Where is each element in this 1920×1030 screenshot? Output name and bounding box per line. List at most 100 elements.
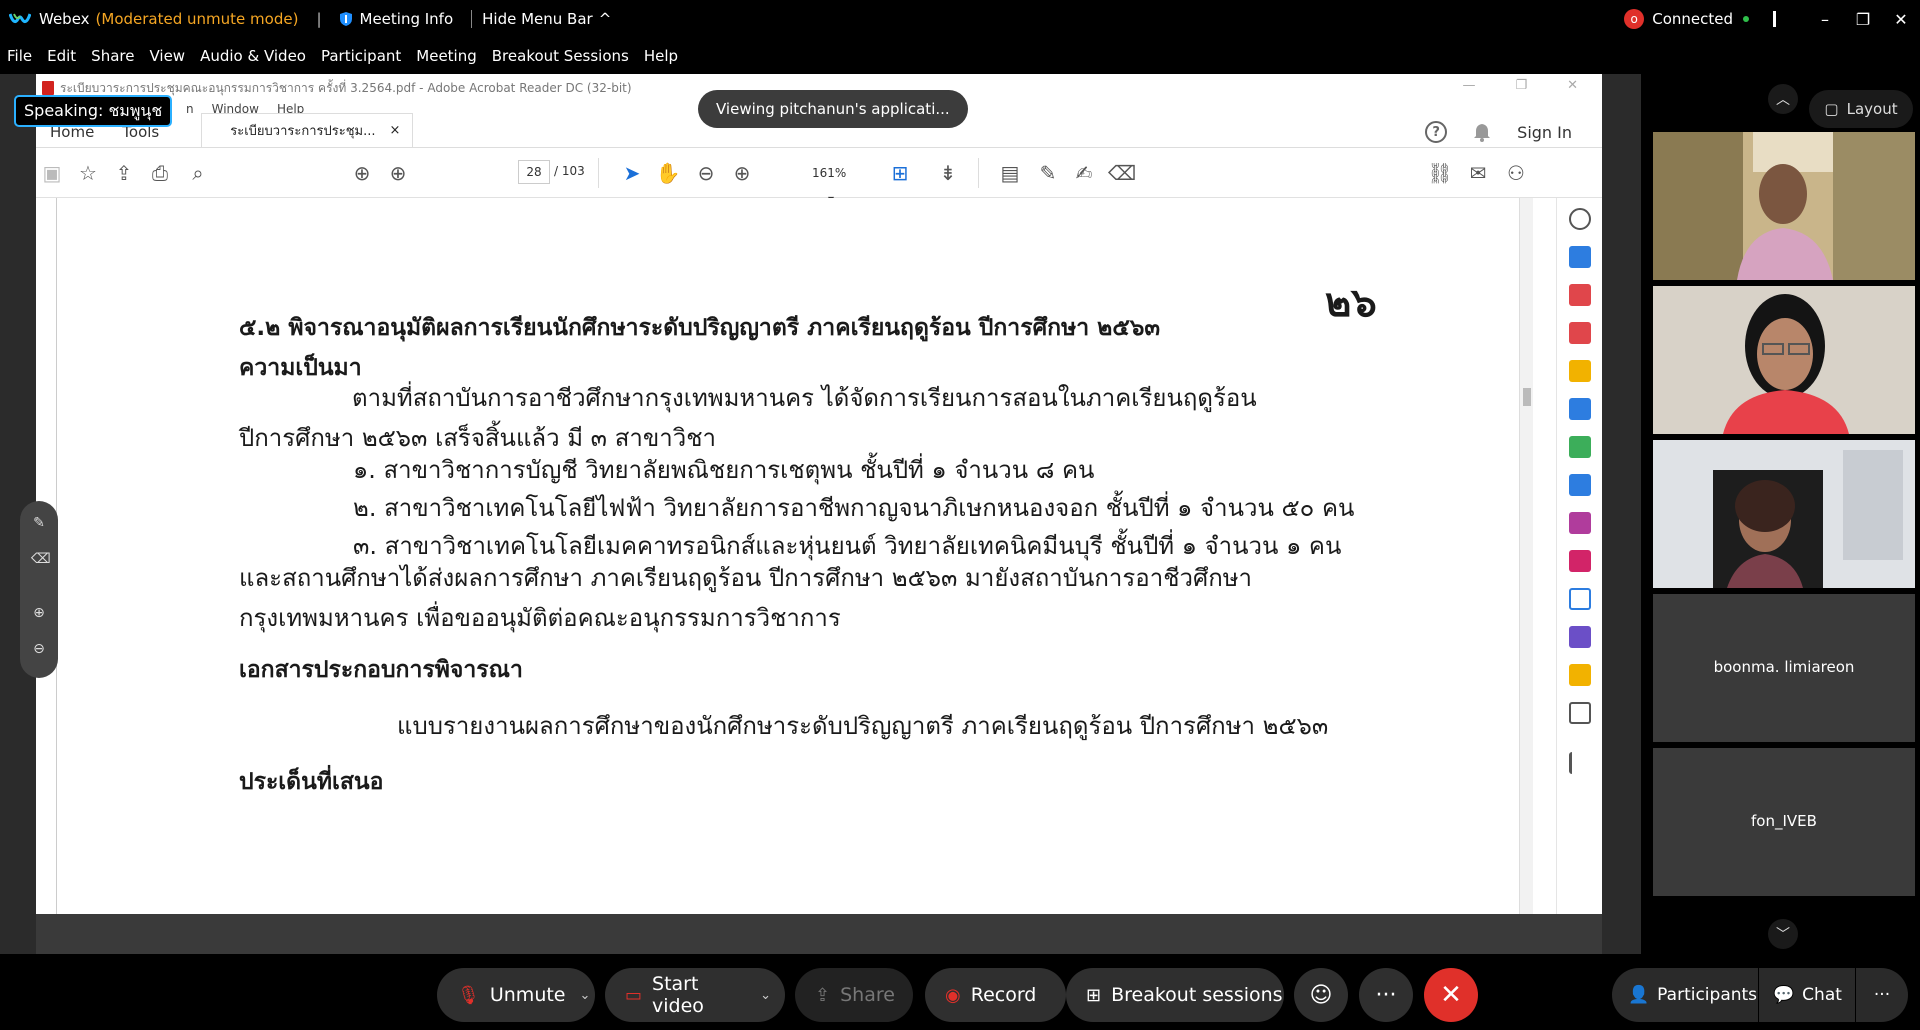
title-separator: | xyxy=(316,10,322,28)
layout-icon: ▢ xyxy=(1824,100,1839,118)
participants-button[interactable]: 👤 Participants xyxy=(1612,968,1758,1022)
participant-video-tile[interactable] xyxy=(1653,440,1915,588)
edit-pdf-icon xyxy=(1569,550,1591,572)
page-down-icon: ⊕ xyxy=(389,161,407,185)
paragraph-line: และสถานศึกษาได้ส่งผลการศึกษา ภาคเรียนฤดู… xyxy=(239,564,1253,592)
breakout-sessions-button[interactable]: ⊞ Breakout sessions xyxy=(1066,968,1284,1022)
menu-bar: File Edit Share View Audio & Video Parti… xyxy=(0,38,1920,74)
layout-button[interactable]: ▢ Layout xyxy=(1809,90,1913,128)
more-panels-button[interactable]: ··· xyxy=(1856,968,1908,1022)
pdf-scrollbar xyxy=(1519,198,1533,914)
protect-icon xyxy=(1569,588,1591,610)
acrobat-menu-view: n xyxy=(186,102,194,116)
recording-status-icon: o xyxy=(1624,9,1645,29)
zoom-level-value: 161% xyxy=(812,166,847,180)
scroll-mode-icon: ⇟ xyxy=(939,161,957,185)
participants-icon: 👤 xyxy=(1628,985,1650,1005)
scan-ocr-icon xyxy=(1569,664,1591,686)
select-cursor-icon: ➤ xyxy=(623,161,641,185)
menu-file[interactable]: File xyxy=(0,47,40,65)
participant-video-panel: ︿ ▢ Layout boonma. limiareon fon_IVEB ﹀ xyxy=(1641,74,1920,954)
create-pdf-icon xyxy=(1569,322,1591,344)
shield-icon xyxy=(339,12,352,26)
menu-share[interactable]: Share xyxy=(84,47,142,65)
scroll-down-button[interactable]: ﹀ xyxy=(1768,919,1798,949)
zoom-out-icon[interactable]: ⊖ xyxy=(31,641,47,657)
close-button[interactable]: ✕ xyxy=(1882,0,1920,38)
unmute-button[interactable]: 🎙 Unmute ⌄ xyxy=(437,968,595,1022)
paragraph-line: กรุงเทพมหานคร เพื่อขออนุมัติต่อคณะอนุกรร… xyxy=(239,604,841,632)
restore-button[interactable]: ❐ xyxy=(1844,0,1882,38)
meeting-info-label: Meeting Info xyxy=(359,10,454,28)
help-icon: ? xyxy=(1425,121,1448,143)
save-icon: ▣ xyxy=(42,161,62,185)
share-button[interactable]: ⇪ Share xyxy=(795,968,913,1022)
hide-menu-label: Hide Menu Bar xyxy=(482,10,593,28)
participant-tile[interactable]: boonma. limiareon xyxy=(1653,594,1915,742)
zoom-in-icon[interactable]: ⊕ xyxy=(31,605,47,621)
record-button[interactable]: ◉ Record xyxy=(925,968,1066,1022)
participant-video xyxy=(1653,440,1915,588)
organize-pages-icon xyxy=(1569,284,1591,306)
attachment-line: แบบรายงานผลการศึกษาของนักศึกษาระดับปริญญ… xyxy=(397,712,1329,740)
divider xyxy=(1773,11,1776,27)
scroll-up-button[interactable]: ︿ xyxy=(1768,84,1798,114)
chevron-down-icon[interactable]: ⌄ xyxy=(760,988,771,1003)
participant-video-tile[interactable] xyxy=(1653,132,1915,280)
acrobat-document-tab: ระเบียบวาระการประชุม... × xyxy=(201,113,414,147)
share-icon: ⇪ xyxy=(815,984,831,1006)
background-heading: ความเป็นมา xyxy=(239,355,362,381)
link-icon: ⛓ xyxy=(1427,161,1453,185)
sign-in-link: Sign In xyxy=(1517,122,1572,142)
hand-tool-icon: ✋ xyxy=(655,161,681,185)
reactions-button[interactable]: ☺ xyxy=(1294,968,1348,1022)
more-options-button[interactable]: ··· xyxy=(1359,968,1413,1022)
menu-help[interactable]: Help xyxy=(637,47,686,65)
pen-icon[interactable]: ✎ xyxy=(31,515,47,531)
participant-video-tile[interactable] xyxy=(1653,286,1915,434)
connection-status: Connected xyxy=(1652,10,1733,28)
acrobat-window: ระเบียบวาระการประชุมคณะอนุกรรมการวิชาการ… xyxy=(36,74,1602,914)
proposal-heading: ประเด็นที่เสนอ xyxy=(239,769,384,795)
webex-title-bar: Webex (Moderated unmute mode) | Meeting … xyxy=(0,0,1920,38)
close-icon: ✕ xyxy=(1440,980,1462,1010)
upload-cloud-icon: ⇪ xyxy=(115,161,133,185)
shared-screen-footer xyxy=(36,914,1602,954)
list-item: ๑. สาขาวิชาการบัญชี วิทยาลัยพณิชยการเชตุ… xyxy=(353,456,1095,484)
zoom-level-select: 161% ▾ xyxy=(800,160,870,206)
annotation-float-toolbar[interactable]: ✎ ⌫ ⊕ ⊖ xyxy=(20,501,58,678)
menu-view[interactable]: View xyxy=(142,47,193,65)
more-icon: ··· xyxy=(1873,985,1891,1005)
minimize-button[interactable]: – xyxy=(1806,0,1844,38)
menu-audio-video[interactable]: Audio & Video xyxy=(193,47,314,65)
acrobat-toolbar: ▣ ☆ ⇪ ⎙ ⌕ ⊕ ⊕ 28 / 103 ➤ ✋ ⊖ ⊕ 161% ▾ ⊞ … xyxy=(36,148,1602,206)
viewing-shared-app-badge: Viewing pitchanun's applicati... xyxy=(698,90,968,128)
bell-icon xyxy=(1474,124,1491,142)
participant-video xyxy=(1653,286,1915,434)
participant-tile[interactable]: fon_IVEB xyxy=(1653,748,1915,896)
meeting-info-button[interactable]: Meeting Info xyxy=(338,10,454,28)
end-meeting-button[interactable]: ✕ xyxy=(1424,968,1478,1022)
chat-button[interactable]: 💬 Chat xyxy=(1759,968,1855,1022)
video-off-icon: ▭ xyxy=(625,984,643,1006)
acrobat-close-icon: ✕ xyxy=(1567,78,1578,93)
menu-edit[interactable]: Edit xyxy=(40,47,84,65)
speaking-label: Speaking: ชมพูนุช xyxy=(24,100,163,120)
zoom-in-icon: ⊕ xyxy=(733,161,751,185)
participant-video xyxy=(1653,132,1915,280)
unmute-label: Unmute xyxy=(489,984,566,1006)
chevron-up-icon: ︿ xyxy=(1776,92,1790,108)
start-video-button[interactable]: ▭ Start video ⌄ xyxy=(605,968,785,1022)
microphone-muted-icon: 🎙 xyxy=(457,984,480,1006)
zoom-out-icon: ⊖ xyxy=(697,161,715,185)
documents-heading: เอกสารประกอบการพิจารณา xyxy=(239,657,523,683)
menu-participant[interactable]: Participant xyxy=(314,47,409,65)
toolbar-divider xyxy=(978,158,979,188)
chevron-down-icon[interactable]: ⌄ xyxy=(580,988,591,1003)
menu-meeting[interactable]: Meeting xyxy=(409,47,484,65)
eraser-icon[interactable]: ⌫ xyxy=(31,551,51,567)
menu-breakout-sessions[interactable]: Breakout Sessions xyxy=(485,47,637,65)
agenda-heading: ๕.๒ พิจารณาอนุมัติผลการเรียนนักศึกษาระดั… xyxy=(239,315,1161,341)
hide-menu-bar-button[interactable]: Hide Menu Bar ^ xyxy=(471,10,611,28)
send-for-review-icon xyxy=(1569,474,1591,496)
